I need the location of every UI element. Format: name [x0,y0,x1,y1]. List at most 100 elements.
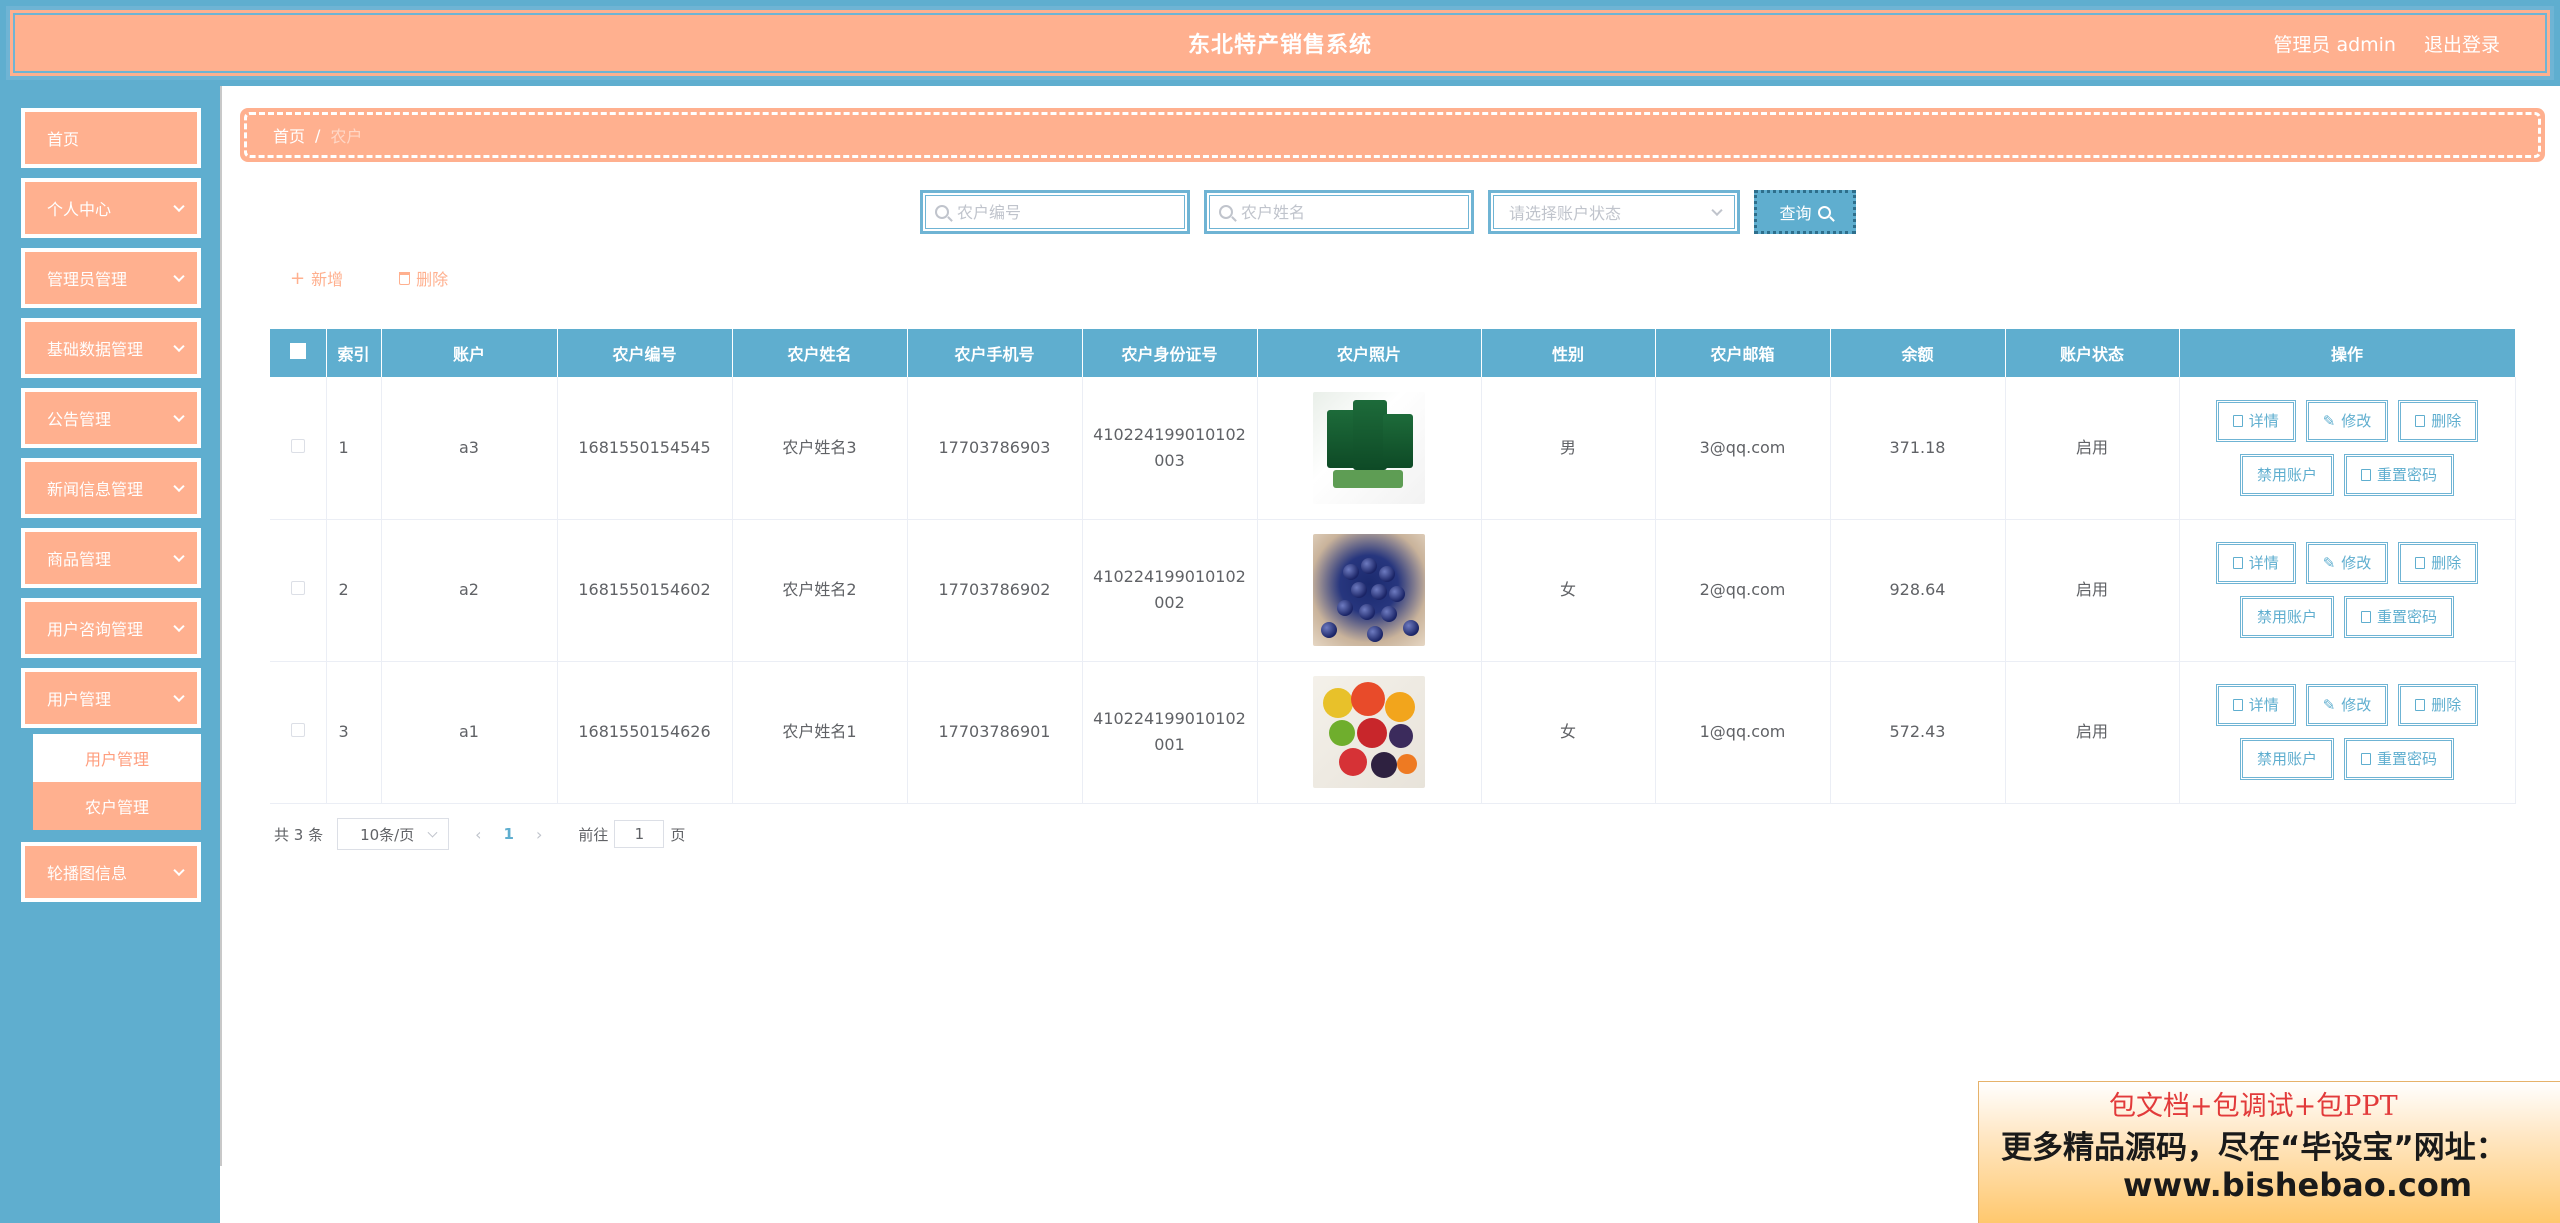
edit-label: 修改 [2341,554,2372,572]
cell-email: 2@qq.com [1655,519,1831,662]
sidebar: 首页 个人中心 管理员管理 基础数据管理 公告管理 新闻信息管理 商品管理 用户… [0,86,220,1223]
chevron-down-icon [173,864,185,877]
cell-status: 启用 [2005,519,2180,662]
page-number[interactable]: 1 [504,825,514,843]
page-size-value: 10条/页 [360,825,415,844]
disable-account-button[interactable]: 禁用账户 [2239,738,2334,780]
breadcrumb-current: 农户 [330,127,363,146]
cell-account: a3 [381,377,558,520]
search-icon [935,205,949,219]
delete-button[interactable]: 删除 [2398,684,2479,726]
promo-banner: 包文档+包调试+包PPT 更多精品源码，尽在“毕设宝”网址： www.bishe… [1978,1081,2560,1223]
sidebar-item-basic-data[interactable]: 基础数据管理 [21,318,201,378]
table-row: 1 a3 1681550154545 农户姓名3 17703786903 410… [270,377,2516,520]
reset-password-button[interactable]: 重置密码 [2344,453,2455,496]
farmer-photo-green-packages[interactable] [1313,391,1425,504]
sidebar-item-home[interactable]: 首页 [21,108,201,168]
cell-id-card: 410224199010102003 [1082,377,1258,520]
column-header: 农户身份证号 [1082,329,1258,377]
id-card-text: 410224199010102002 [1093,567,1246,612]
logout-link[interactable]: 退出登录 [2424,30,2500,57]
id-card-text: 410224199010102003 [1093,424,1246,470]
delete-button[interactable]: 删除 [2398,542,2479,584]
disable-account-button[interactable]: 禁用账户 [2239,596,2334,638]
row-checkbox[interactable] [290,723,305,737]
bulk-delete-button[interactable]: 删除 [399,266,448,290]
sidebar-item-announcements[interactable]: 公告管理 [21,388,201,448]
breadcrumb-home[interactable]: 首页 [273,123,305,147]
sidebar-item-label: 个人中心 [47,200,112,219]
delete-button[interactable]: 删除 [2398,399,2479,442]
column-header: 农户手机号 [907,329,1083,377]
farmer-photo-mixed-fruit[interactable] [1313,676,1425,788]
sidebar-item-news[interactable]: 新闻信息管理 [21,458,201,518]
cell-balance: 928.64 [1830,519,2006,662]
reset-password-button[interactable]: 重置密码 [2344,596,2455,638]
account-status-placeholder: 请选择账户状态 [1509,204,1622,223]
row-select-cell[interactable] [270,519,327,662]
edit-button[interactable]: ✎ 修改 [2305,399,2389,442]
disable-account-button[interactable]: 禁用账户 [2239,453,2334,496]
submenu-item-farmers[interactable]: 农户管理 [33,782,201,830]
account-status-select[interactable]: 请选择账户状态 [1488,190,1740,234]
sidebar-item-label: 首页 [47,130,80,149]
sidebar-item-admin-management[interactable]: 管理员管理 [21,248,201,308]
sidebar-item-carousel[interactable]: 轮播图信息 [21,842,201,902]
farmer-photo-blueberries[interactable] [1313,534,1425,646]
select-all-checkbox[interactable] [289,343,306,359]
cell-status: 启用 [2005,661,2180,804]
reset-label: 重置密码 [2377,608,2438,626]
row-select-cell[interactable] [270,377,327,520]
sidebar-item-user-management[interactable]: 用户管理 [21,668,201,728]
next-page-icon[interactable]: › [536,825,542,844]
user-management-submenu: 用户管理 农户管理 [33,734,201,830]
disable-label: 禁用账户 [2256,465,2317,484]
cell-index: 2 [326,519,382,662]
farmer-name-input[interactable] [1241,202,1451,222]
chevron-down-icon [173,620,185,633]
row-select-cell[interactable] [270,661,327,804]
promo-line-1: 包文档+包调试+包PPT [2109,1091,2398,1122]
plus-icon: + [290,267,306,289]
row-checkbox[interactable] [290,581,305,595]
column-header: 账户 [381,329,558,377]
document-icon [2232,699,2243,711]
promo-line-2: 更多精品源码，尽在“毕设宝”网址： [2001,1130,2507,1166]
add-button[interactable]: + 新增 [290,266,343,290]
pencil-icon: ✎ [2322,411,2336,430]
reset-password-button[interactable]: 重置密码 [2344,738,2455,780]
goto-page-input[interactable] [614,820,665,848]
cell-photo [1257,519,1482,662]
cell-balance: 371.18 [1830,377,2006,520]
row-checkbox[interactable] [290,438,305,453]
admin-label: 管理员 admin [2273,33,2396,56]
cell-phone: 17703786903 [907,377,1083,520]
delete-label: 删除 [2431,554,2462,572]
sidebar-item-personal-center[interactable]: 个人中心 [21,178,201,238]
detail-label: 详情 [2248,411,2279,430]
sidebar-item-user-consult[interactable]: 用户咨询管理 [21,598,201,658]
cell-farmer-name: 农户姓名3 [732,377,908,520]
total-count: 共 3 条 [274,825,324,844]
sidebar-item-products[interactable]: 商品管理 [21,528,201,588]
breadcrumb: 首页 / 农户 [240,108,2545,162]
promo-line-3: www.bishebao.com [2123,1166,2473,1204]
edit-button[interactable]: ✎ 修改 [2305,684,2389,726]
edit-button[interactable]: ✎ 修改 [2305,542,2389,584]
prev-page-icon[interactable]: ‹ [475,825,481,844]
column-header: 农户姓名 [732,329,908,377]
search-icon [1817,205,1831,219]
submenu-item-users[interactable]: 用户管理 [33,734,201,782]
goto-suffix: 页 [670,825,686,844]
column-header: 性别 [1481,329,1656,377]
search-button[interactable]: 查询 [1754,190,1856,234]
select-all-cell[interactable] [270,329,327,377]
detail-button[interactable]: 详情 [2215,542,2296,584]
detail-button[interactable]: 详情 [2215,399,2296,442]
edit-label: 修改 [2341,696,2372,714]
detail-button[interactable]: 详情 [2215,684,2296,726]
cell-farmer-name: 农户姓名1 [732,661,908,804]
cell-account: a2 [381,519,558,662]
page-size-select[interactable]: 10条/页 [337,818,450,850]
farmer-no-input[interactable] [957,202,1167,222]
